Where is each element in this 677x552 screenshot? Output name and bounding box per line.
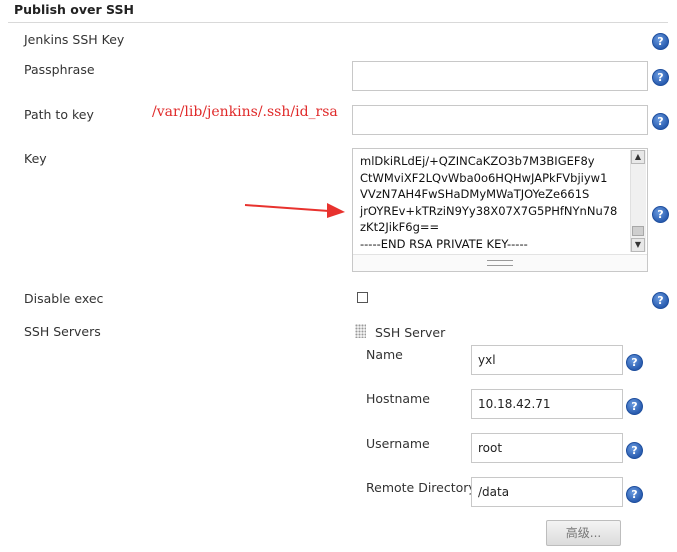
disable-exec-checkbox[interactable] xyxy=(357,292,368,303)
advanced-button[interactable]: 高级... xyxy=(546,520,621,546)
annotation-arrow-icon xyxy=(244,203,345,218)
path-to-key-label: Path to key xyxy=(24,107,94,122)
key-textarea[interactable]: mlDkiRLdEj/+QZINCaKZO3b7M3BIGEF8y CtWMvi… xyxy=(352,148,648,272)
key-text[interactable]: mlDkiRLdEj/+QZINCaKZO3b7M3BIGEF8y CtWMvi… xyxy=(360,153,622,252)
server-name-input[interactable] xyxy=(471,345,623,375)
jenkins-ssh-key-label: Jenkins SSH Key xyxy=(24,32,125,47)
hostname-label: Hostname xyxy=(366,391,430,406)
grip-lines-icon xyxy=(487,260,513,266)
remote-directory-input[interactable] xyxy=(471,477,623,507)
username-label: Username xyxy=(366,436,430,451)
help-icon[interactable]: ? xyxy=(626,486,643,503)
help-icon[interactable]: ? xyxy=(626,354,643,371)
help-icon[interactable]: ? xyxy=(626,398,643,415)
ssh-server-title: SSH Server xyxy=(375,325,446,340)
username-input[interactable] xyxy=(471,433,623,463)
scroll-up-icon[interactable]: ▲ xyxy=(631,150,645,164)
resize-grip[interactable] xyxy=(353,254,647,271)
disable-exec-label: Disable exec xyxy=(24,291,104,306)
scroll-down-icon[interactable]: ▼ xyxy=(631,238,645,252)
section-divider xyxy=(8,22,668,23)
drag-handle-icon[interactable] xyxy=(355,324,366,338)
help-icon[interactable]: ? xyxy=(652,113,669,130)
key-scrollbar[interactable]: ▲ ▼ xyxy=(630,150,646,252)
section-title: Publish over SSH xyxy=(14,2,134,17)
passphrase-input[interactable] xyxy=(352,61,648,91)
server-name-label: Name xyxy=(366,347,403,362)
help-icon[interactable]: ? xyxy=(652,292,669,309)
ssh-servers-label: SSH Servers xyxy=(24,324,101,339)
path-annotation: /var/lib/jenkins/.ssh/id_rsa xyxy=(152,104,338,120)
help-icon[interactable]: ? xyxy=(652,33,669,50)
help-icon[interactable]: ? xyxy=(652,69,669,86)
scroll-thumb[interactable] xyxy=(632,226,644,236)
remote-directory-label: Remote Directory xyxy=(366,480,476,495)
key-label: Key xyxy=(24,151,47,166)
path-to-key-input[interactable] xyxy=(352,105,648,135)
hostname-input[interactable] xyxy=(471,389,623,419)
help-icon[interactable]: ? xyxy=(626,442,643,459)
passphrase-label: Passphrase xyxy=(24,62,95,77)
help-icon[interactable]: ? xyxy=(652,206,669,223)
